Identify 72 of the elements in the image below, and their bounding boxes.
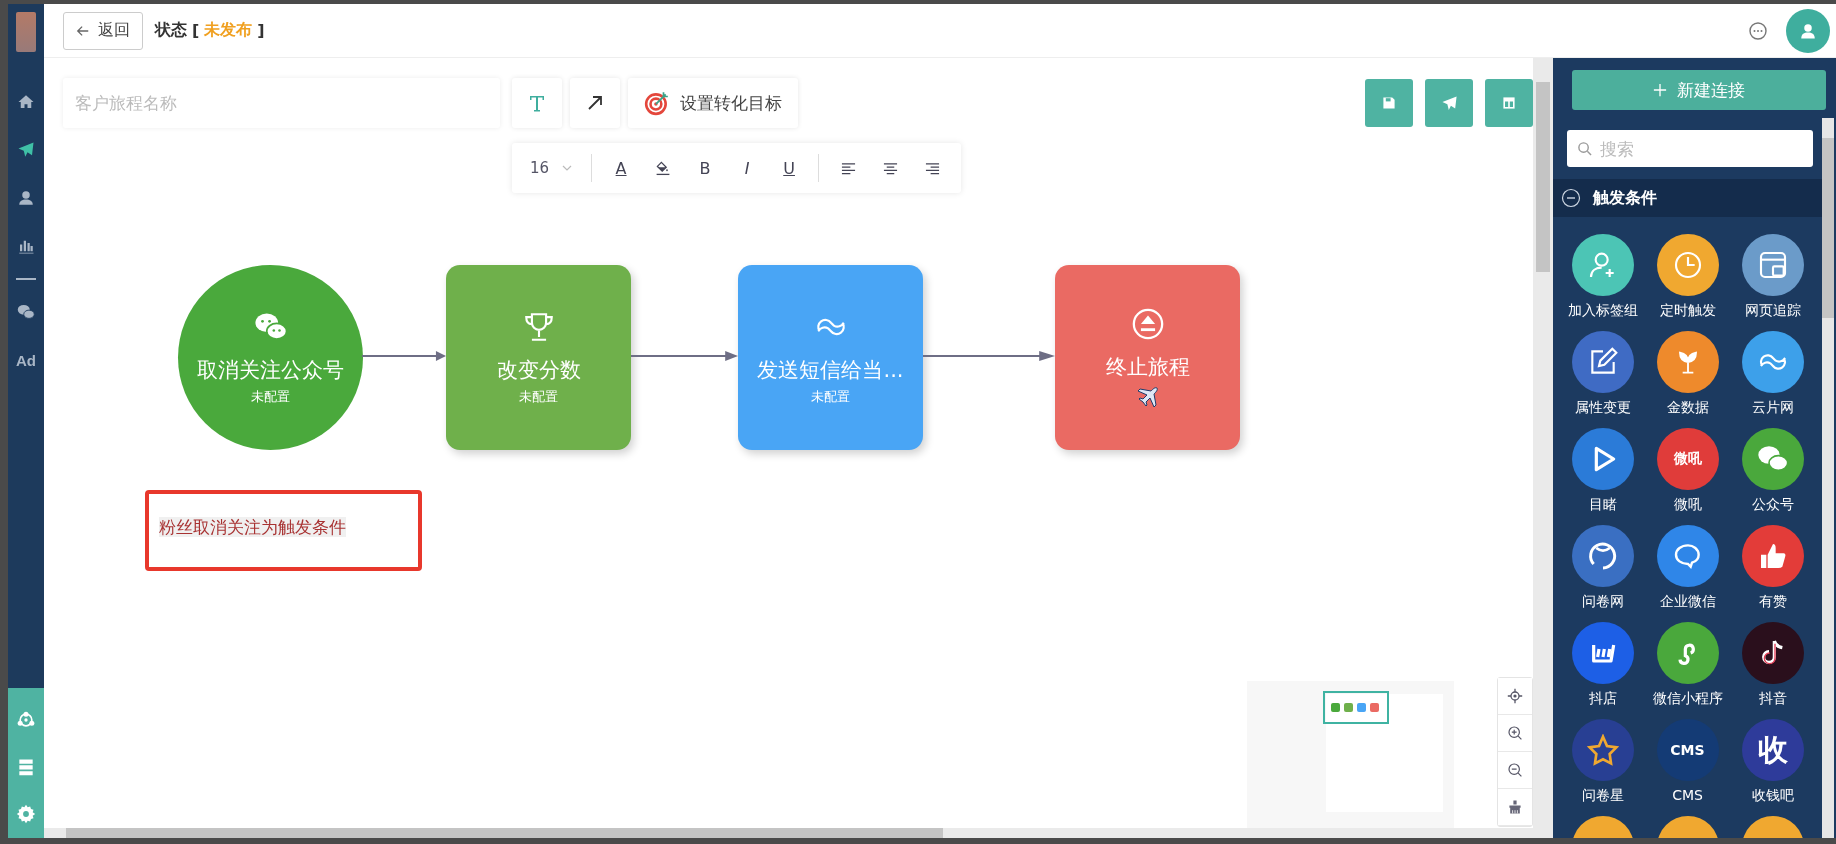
minimap-node	[1331, 703, 1340, 712]
bracket-text: ]	[257, 21, 265, 40]
status-label: 状态	[155, 20, 187, 41]
status-value: 未发布	[204, 20, 253, 41]
integration-label: 加入标签组	[1567, 302, 1638, 320]
locate-icon[interactable]	[1498, 678, 1532, 715]
node-title: 改变分数	[496, 356, 581, 384]
italic-button[interactable]: I	[726, 150, 769, 186]
vertical-scrollbar[interactable]	[1533, 58, 1553, 838]
conversion-goal-button[interactable]: 设置转化目标	[628, 78, 798, 128]
integration-label: 微吼	[1673, 496, 1702, 514]
text-icon[interactable]: 收	[1741, 719, 1804, 781]
paint-bucket-icon	[655, 160, 672, 176]
integration-label: 收钱吧	[1751, 787, 1794, 805]
text-icon[interactable]: 微吼	[1656, 428, 1719, 490]
font-size-select[interactable]: 16	[520, 159, 584, 177]
note-box[interactable]: 粉丝取消关注为触发条件	[145, 490, 422, 571]
logo-icon	[16, 12, 36, 52]
integration-label: 有赞	[1758, 593, 1787, 611]
node-title: 发送短信给当...	[757, 356, 904, 384]
note-text: 粉丝取消关注为触发条件	[159, 517, 346, 537]
minimap-node	[1344, 703, 1353, 712]
integration-label: 问卷星	[1581, 787, 1624, 805]
node-status: 未配置	[811, 387, 850, 406]
minimap-node	[1357, 703, 1366, 712]
underline-button[interactable]: U	[768, 150, 811, 186]
eject-icon	[1130, 306, 1165, 341]
integration-label: 网页追踪	[1744, 302, 1801, 320]
integration-label: 抖音	[1758, 690, 1787, 708]
integration-label: 问卷网	[1581, 593, 1624, 611]
integration-label: 金数据	[1666, 399, 1709, 417]
node-status: 未配置	[519, 387, 558, 406]
integration-label: 公众号	[1751, 496, 1794, 514]
layout-icon	[1501, 95, 1517, 111]
node-status: 未配置	[251, 387, 290, 406]
integration-label: CMS	[1672, 787, 1703, 803]
bold-button[interactable]: B	[684, 150, 727, 186]
integration-label: 目睹	[1588, 496, 1617, 514]
section-header[interactable]: 触发条件	[1553, 179, 1822, 217]
integration-label: 抖店	[1588, 690, 1617, 708]
node-title: 取消关注公众号	[197, 356, 344, 384]
search-icon	[1577, 141, 1592, 156]
section-title: 触发条件	[1593, 187, 1657, 209]
search-field[interactable]: 搜索	[1567, 130, 1813, 167]
integration-label: 定时触发	[1659, 302, 1716, 320]
integration-label: 企业微信	[1659, 593, 1716, 611]
horizontal-scrollbar[interactable]	[44, 828, 1533, 838]
avatar-icon[interactable]	[1786, 8, 1830, 53]
minimap[interactable]	[1247, 681, 1454, 828]
collapse-icon[interactable]	[1561, 188, 1581, 208]
integration-label: 云片网	[1751, 399, 1794, 417]
back-button[interactable]: 返回	[63, 11, 143, 50]
integration-label: 属性变更	[1574, 399, 1631, 417]
plus-icon	[1653, 83, 1667, 97]
airplane-icon	[1135, 384, 1160, 409]
send-icon	[1440, 94, 1458, 112]
text-icon	[527, 93, 547, 113]
ad-link[interactable]: Ad	[8, 336, 44, 384]
integration-label: 微信小程序	[1652, 690, 1723, 708]
save-icon	[1381, 95, 1397, 111]
node-title: 终止旅程	[1105, 353, 1190, 381]
text-icon[interactable]: CMS	[1656, 719, 1719, 781]
back-arrow-icon	[76, 23, 90, 38]
font-color-button[interactable]: A	[600, 150, 643, 186]
minimap-viewport[interactable]	[1323, 691, 1389, 724]
bracket-text: [	[192, 21, 200, 40]
target-icon	[644, 90, 670, 116]
arrow-tool-button[interactable]	[570, 78, 620, 128]
journey-name-field[interactable]: 客户旅程名称	[63, 78, 500, 128]
panel-scrollbar[interactable]	[1822, 118, 1834, 838]
text-tool-button[interactable]	[512, 78, 562, 128]
minimap-node	[1370, 703, 1379, 712]
